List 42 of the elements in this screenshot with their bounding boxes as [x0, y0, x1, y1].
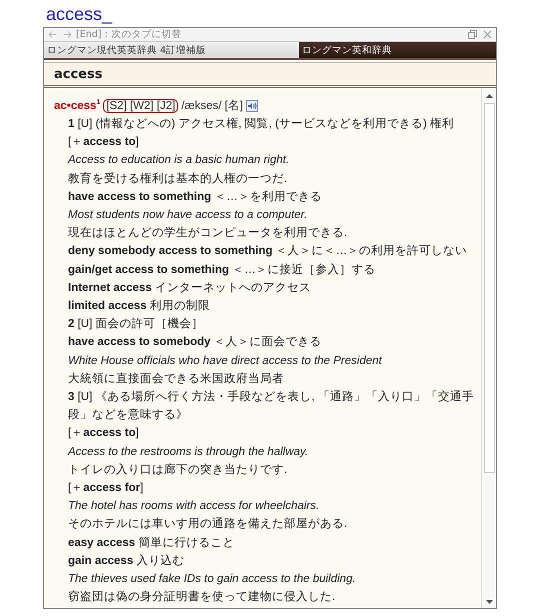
phrase-line: gain access 入り込む [67, 554, 186, 569]
part-of-speech: [名] [224, 98, 243, 113]
shortcut-hint: [End]：次のタブに切替 [76, 28, 182, 41]
dictionary-tab[interactable]: ロングマン現代英英辞典 4訂増補版 [44, 42, 299, 58]
phrase-line: easy access 簡単に行けること [67, 536, 236, 551]
scrollbar[interactable] [481, 88, 496, 608]
example-sentence: The hotel has rooms with access for wheelchairs. [67, 499, 320, 514]
scroll-down-icon[interactable] [486, 600, 492, 604]
example-sentence: White House officials who have direct access to the President [67, 354, 384, 369]
pattern-line: [＋access to] [67, 426, 140, 442]
example-sentence: Most students now have access to a computer. [67, 208, 308, 224]
pattern-line: [＋access to] [67, 135, 140, 150]
frequency-labels: [S2] [W2] [J2] [103, 98, 178, 112]
phrase-line: Internet access インターネットへのアクセス [67, 280, 312, 296]
sense-line: 2 [U] 面会の許可［機会］ [67, 316, 204, 332]
scroll-up-icon[interactable] [486, 94, 492, 98]
forward-icon[interactable] [61, 28, 74, 40]
example-sentence: Access to the restrooms is through the hallway. [66, 444, 310, 460]
translation-line: 窃盗団は偽の身分証明書を使って建物に侵入した. [67, 589, 336, 606]
speaker-icon[interactable] [246, 100, 258, 112]
phrase-line: deny somebody access to something ＜人＞に＜…＞の利用を許可しない [67, 244, 468, 260]
phrase-line: have access to something ＜…＞を利用できる [67, 190, 323, 205]
translation-line: 大統領に直接面会できる米国政府当局者 [67, 371, 285, 387]
pronunciation: /ækses/ [181, 100, 222, 112]
translation-line: トイレの入り口は廊下の突き当たりです. [67, 462, 288, 478]
example-sentence: Access to education is a basic human right. [66, 153, 290, 168]
phrase-line: limited access 利用の制限 [67, 298, 211, 314]
close-icon[interactable] [481, 28, 494, 40]
entry-title: access [54, 66, 102, 82]
pattern-line: [＋access for] [67, 481, 144, 496]
translation-line: 現在はほとんどの学生がコンピュータを利用できる. [67, 226, 348, 242]
example-sentence: The thieves used fake IDs to gain access to the building. [67, 572, 357, 588]
translation-line: 教育を受ける権利は基本的人権の一つだ. [67, 171, 288, 187]
back-icon[interactable] [46, 28, 59, 40]
phrase-line: gain/get access to something ＜…＞に接近［参入］する [67, 262, 377, 278]
restore-icon[interactable] [466, 28, 479, 40]
headword: ac•cess$^{1}$ [54, 99, 100, 112]
sense-line: 1 [U] (情報などへの) アクセス権, 閲覧, (サービスなどを利用できる) 権利 [67, 116, 455, 132]
phrase-line: have access to somebody ＜人＞に面会できる [67, 334, 323, 350]
search-text: access_ [46, 4, 114, 26]
dictionary-tab[interactable]: ロングマン英和辞典 [299, 42, 496, 58]
translation-line: そのホテルには車いす用の通路を備えた部屋がある. [67, 516, 348, 532]
